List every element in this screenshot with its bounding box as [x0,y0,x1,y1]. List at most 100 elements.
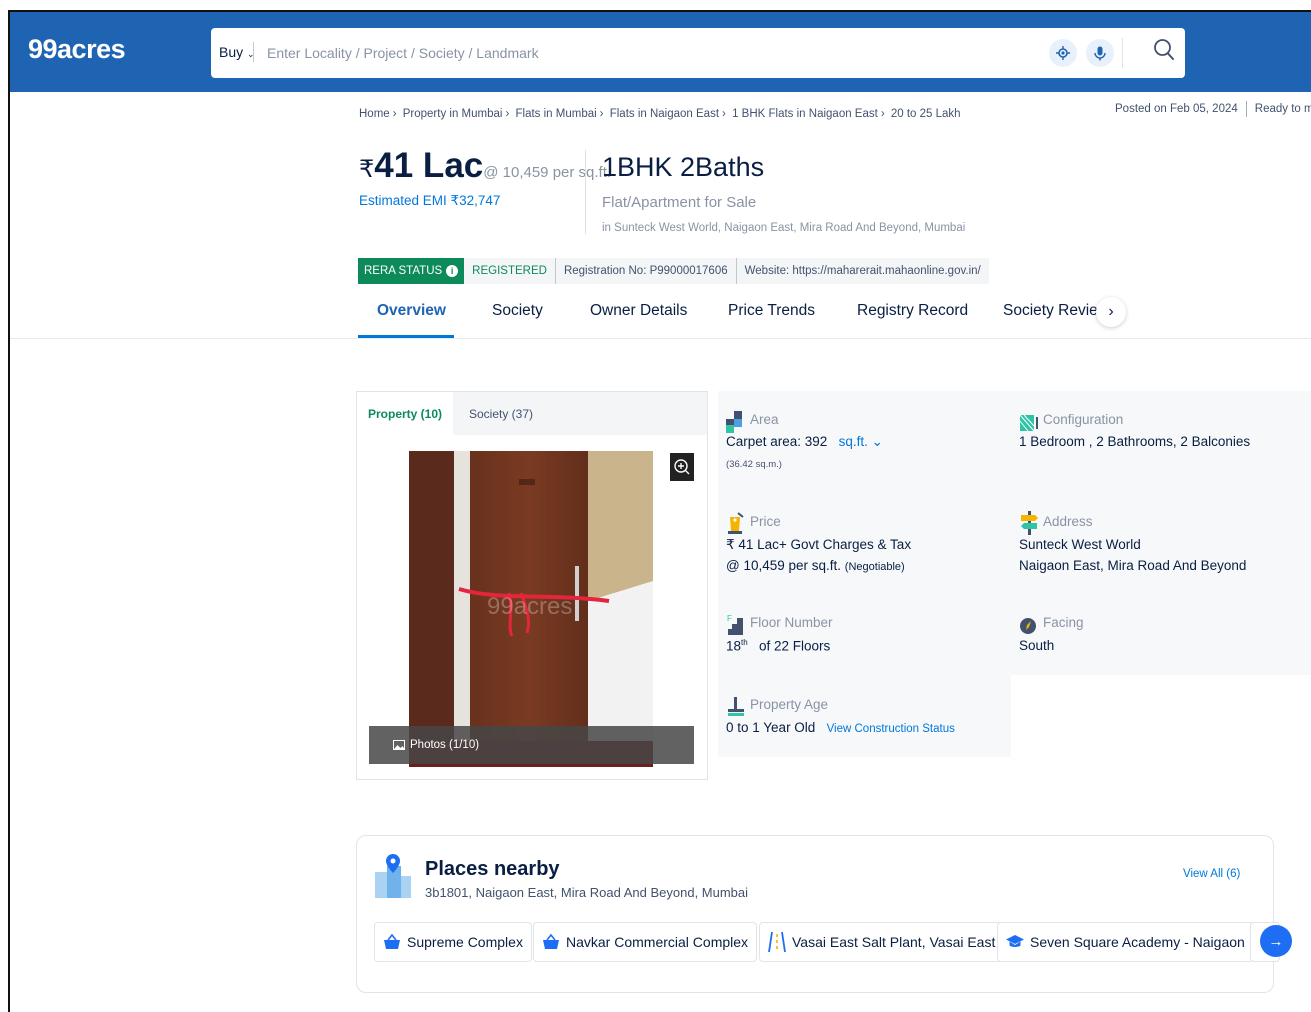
chevron-right-icon[interactable]: › [1096,297,1126,327]
place-chip[interactable]: Supreme Complex [374,922,532,962]
property-age-value: 0 to 1 Year Old View Construction Status [726,720,955,735]
floor-label: Floor Number [750,615,833,630]
detail-address: Address Sunteck West World Naigaon East,… [1011,489,1311,595]
property-age-icon [728,697,744,716]
photo-watermark: 99acres [487,593,572,620]
rera-registered: REGISTERED [464,258,555,284]
buy-label: Buy [219,44,244,60]
address-line2: Naigaon East, Mira Road And Beyond [1019,558,1247,573]
search-input[interactable] [267,41,1027,65]
tab-price-trends[interactable]: Price Trends [728,302,815,320]
price-tag-icon [728,512,744,534]
tab-society-photos[interactable]: Society (37) [469,392,533,435]
price: ₹41 Lac@ 10,459 per sq.ft. [359,146,611,186]
divider [10,338,1311,339]
price-value: ₹ 41 Lac+ Govt Charges & Tax [726,537,912,552]
facing-label: Facing [1043,615,1084,630]
property-title: 1BHK 2Baths [602,152,765,182]
places-nearby-card: Places nearby 3b1801, Naigaon East, Mira… [356,835,1292,993]
posted-info: Posted on Feb 05, 2024 Ready to mov [1115,101,1311,117]
shopping-basket-icon [543,934,559,949]
configuration-icon [1019,414,1038,432]
graduation-cap-icon [1006,935,1024,947]
breadcrumb: Home › Property in Mumbai › Flats in Mumba… [359,108,961,120]
signpost-icon [1021,511,1038,535]
search-icon[interactable] [1153,38,1175,67]
detail-area: Area Carpet area: 392 sq.ft. ⌄ (36.42 sq… [718,391,1011,489]
svg-text:F: F [727,614,732,623]
floor-value: 18th of 22 Floors [726,638,831,654]
info-icon[interactable]: i [446,265,459,277]
breadcrumb-item[interactable]: 1 BHK Flats in Naigaon East [732,108,878,120]
browser-viewport: 99acres Buy ⌄ Home› Property in Mumbai› … [8,10,1311,1012]
possession-status: Ready to mov [1254,103,1311,116]
area-sqm: (36.42 sq.m.) [726,459,782,470]
price-per-sqft: @ 10,459 per sq.ft. [483,164,612,181]
chevron-down-icon: ⌄ [871,434,883,449]
breadcrumb-item[interactable]: Home [359,108,390,120]
locate-me-icon[interactable] [1049,39,1077,67]
rera-website[interactable]: Website: https://maharerait.mahaonline.g… [735,258,989,284]
breadcrumb-item[interactable]: 20 to 25 Lakh [891,108,961,120]
area-value: Carpet area: 392 sq.ft. ⌄ [726,434,883,449]
photos-count-bar[interactable]: Photos (1/10) [369,726,694,764]
address-line1: Sunteck West World [1019,537,1141,552]
microphone-icon[interactable] [1086,39,1114,67]
view-all-link[interactable]: View All (6) [1183,868,1240,880]
road-icon [768,931,786,953]
breadcrumb-item[interactable]: Property in Mumbai [403,108,503,120]
rera-registration-no: Registration No: P99000017606 [554,258,736,284]
search-bar: Buy ⌄ [211,28,1185,78]
divider [253,42,254,62]
facing-value: South [1019,638,1055,653]
tab-overview[interactable]: Overview [377,302,446,320]
construction-status-link[interactable]: View Construction Status [827,723,955,735]
gallery-tabs: Property (10) Society (37) [357,392,707,435]
place-chip[interactable]: Navkar Commercial Complex [533,922,758,962]
photo-gallery: Property (10) Society (37) 99acres Photo… [356,391,708,780]
breadcrumb-item[interactable]: Flats in Naigaon East [610,108,719,120]
places-address: 3b1801, Naigaon East, Mira Road And Beyo… [425,885,749,900]
configuration-value: 1 Bedroom , 2 Bathrooms, 2 Balconies [1019,434,1251,449]
places-title: Places nearby [425,858,560,880]
address-label: Address [1043,514,1093,529]
breadcrumb-item[interactable]: Flats in Mumbai [516,108,597,120]
place-chip[interactable]: Vasai East Salt Plant, Vasai East [759,922,1005,962]
buy-dropdown[interactable]: Buy ⌄ [219,44,255,60]
photos-count: Photos (1/10) [410,739,480,751]
tab-society[interactable]: Society [492,302,543,320]
property-photo[interactable]: 99acres [409,451,653,767]
configuration-label: Configuration [1043,412,1124,427]
divider [1122,38,1123,68]
area-label: Area [750,412,779,427]
rera-strip: RERA STATUS i REGISTERED Registration No… [358,258,989,284]
tab-property-photos[interactable]: Property (10) [357,392,453,435]
price-amount: 41 Lac [374,146,484,185]
price-persqft: @ 10,459 per sq.ft. (Negotiable) [726,558,905,573]
detail-facing: Facing South [1011,595,1311,675]
rera-status-label: RERA STATUS [364,265,443,277]
detail-configuration: Configuration 1 Bedroom , 2 Bathrooms, 2… [1011,391,1311,489]
area-icon [726,411,742,433]
area-unit-dropdown[interactable]: sq.ft. ⌄ [839,434,883,449]
property-location: in Sunteck West World, Naigaon East, Mir… [602,222,966,234]
tab-registry-record[interactable]: Registry Record [857,302,968,320]
price-label: Price [750,514,781,529]
logo[interactable]: 99acres [28,34,126,65]
property-subtitle: Flat/Apartment for Sale [602,194,757,211]
rera-status-badge[interactable]: RERA STATUS i [358,258,465,284]
posted-date: Posted on Feb 05, 2024 [1115,103,1238,116]
buildings-pin-icon [375,854,411,898]
compass-icon [1020,618,1036,634]
property-age-label: Property Age [750,697,829,712]
emi-link[interactable]: Estimated EMI ₹32,747 [359,193,500,209]
place-chip[interactable]: Seven Square Academy - Naigaon [997,922,1254,962]
arrow-right-icon[interactable]: → [1260,925,1292,957]
zoom-in-icon[interactable] [670,453,694,481]
divider [585,150,586,234]
image-icon [393,740,405,750]
detail-price: Price ₹ 41 Lac+ Govt Charges & Tax @ 10,… [718,489,1011,595]
tab-owner-details[interactable]: Owner Details [590,302,687,320]
floor-icon: F [727,614,743,635]
detail-property-age: Property Age 0 to 1 Year Old View Constr… [718,675,1011,757]
